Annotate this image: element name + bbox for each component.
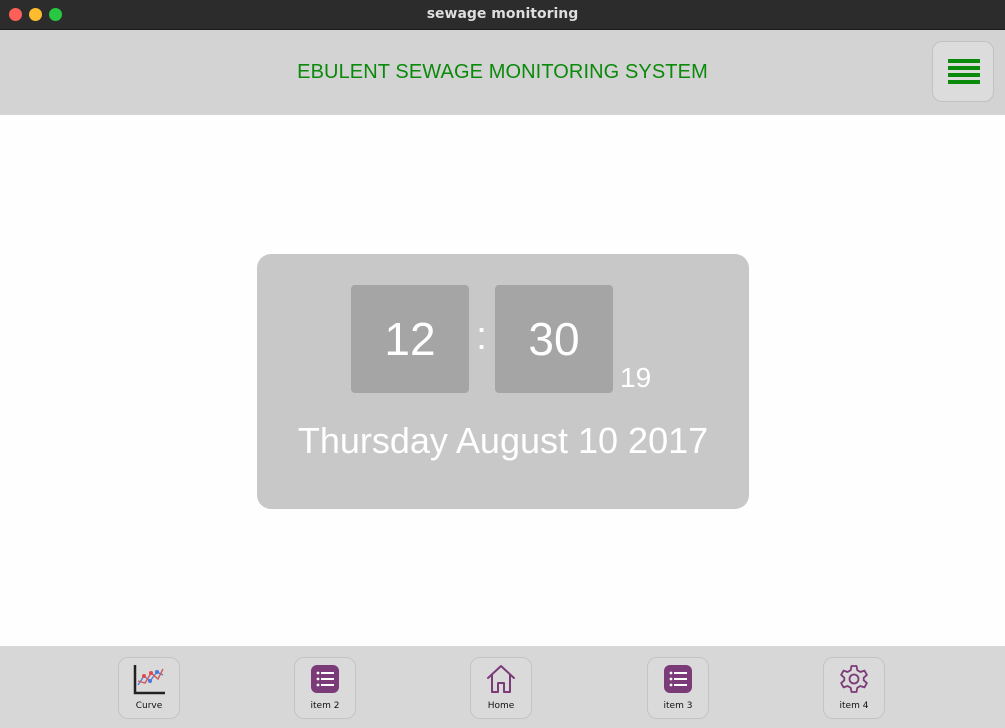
clock-seconds: 19 xyxy=(620,362,652,393)
nav-label-item-2: item 2 xyxy=(310,701,340,711)
window-title: sewage monitoring xyxy=(426,6,579,22)
nav-button-item-2[interactable]: item 2 xyxy=(294,657,356,719)
nav-label-item-3: item 3 xyxy=(663,701,693,711)
nav-button-item-4[interactable]: item 4 xyxy=(823,657,885,719)
clock-minutes: 30 xyxy=(495,285,613,393)
line-chart-icon xyxy=(133,665,165,695)
list-icon xyxy=(664,665,692,693)
nav-button-item-3[interactable]: item 3 xyxy=(647,657,709,719)
nav-button-curve[interactable]: Curve xyxy=(118,657,180,719)
clock-date: Thursday August 10 2017 xyxy=(297,420,709,461)
app-header: EBULENT SEWAGE MONITORING SYSTEM xyxy=(0,30,1005,115)
hamburger-menu-icon xyxy=(948,59,980,84)
nav-label-home: Home xyxy=(487,701,515,711)
list-icon xyxy=(311,665,339,693)
gear-icon xyxy=(840,665,868,693)
clock-hours: 12 xyxy=(351,285,469,393)
clock-card: 12 : 30 19 Thursday August 10 2017 xyxy=(257,254,749,509)
clock-separator: : xyxy=(476,314,488,358)
nav-label-curve: Curve xyxy=(135,701,163,711)
home-icon xyxy=(487,665,515,693)
bottom-nav-bar: Curve item 2 Home item 3 item 4 xyxy=(0,646,1005,728)
menu-button[interactable] xyxy=(932,41,994,102)
nav-button-home[interactable]: Home xyxy=(470,657,532,719)
nav-label-item-4: item 4 xyxy=(839,701,869,711)
window-titlebar: sewage monitoring xyxy=(0,0,1005,30)
app-title: EBULENT SEWAGE MONITORING SYSTEM xyxy=(297,61,708,83)
